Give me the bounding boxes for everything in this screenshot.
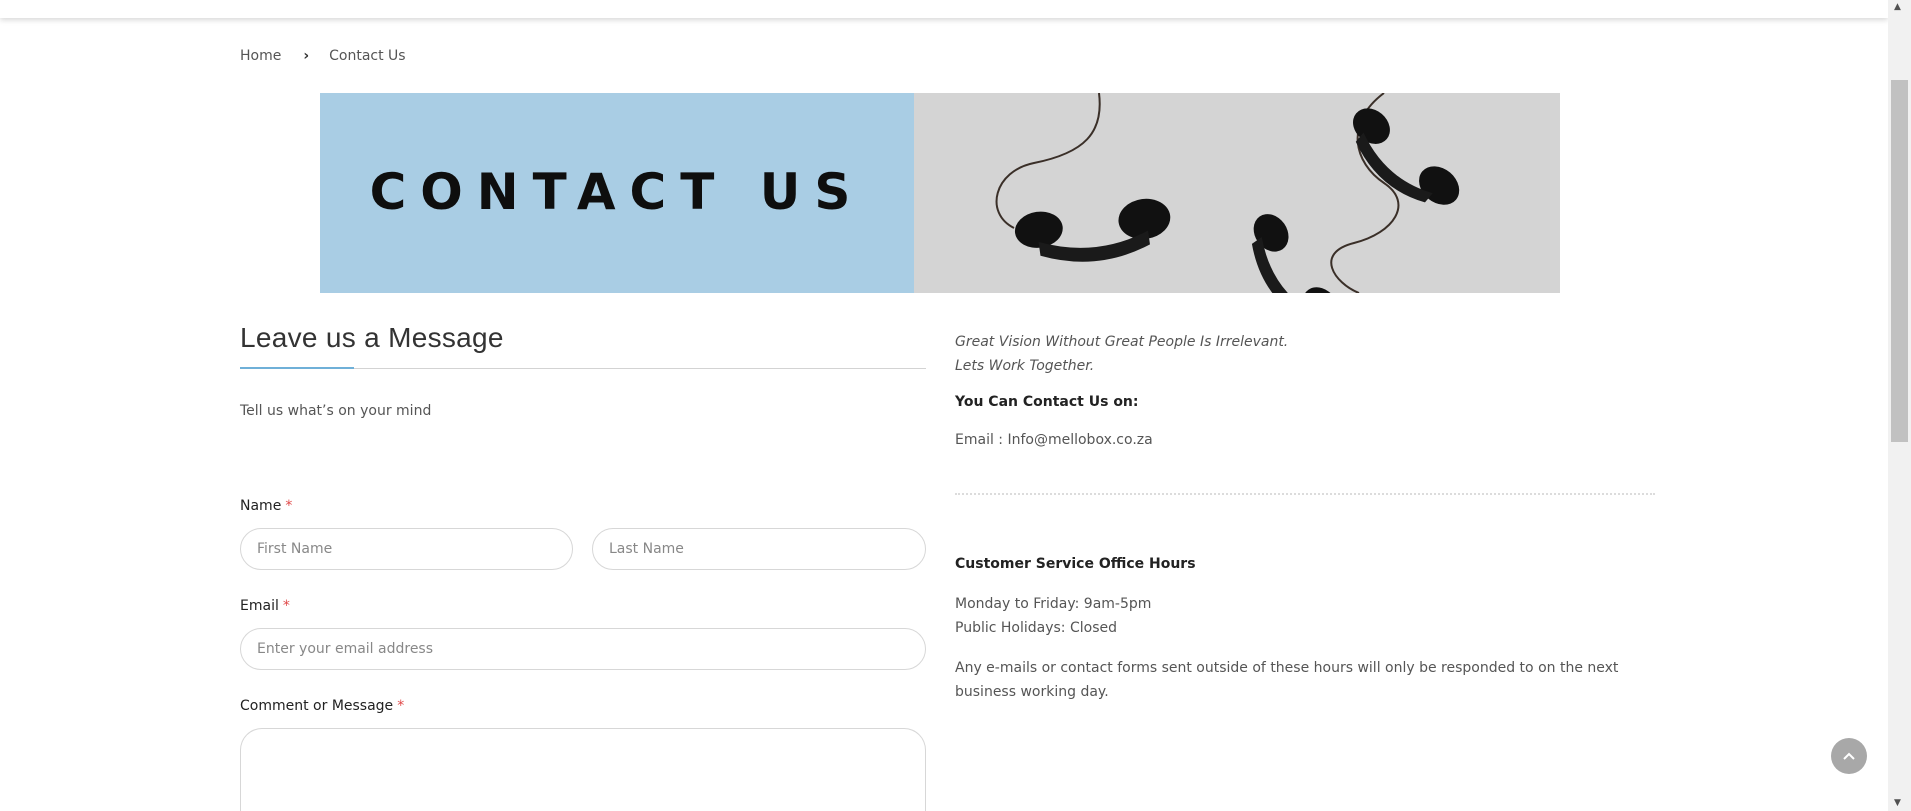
handsets-illustration	[995, 93, 1460, 293]
office-hours-section: Customer Service Office Hours Monday to …	[955, 556, 1655, 704]
message-label: Comment or Message *	[240, 698, 404, 714]
last-name-input[interactable]: Last Name	[592, 528, 926, 570]
email-label: Email *	[240, 598, 290, 614]
scroll-down-arrow-icon[interactable]: ▼	[1894, 798, 1901, 808]
hours-heading: Customer Service Office Hours	[955, 556, 1196, 572]
scrollbar-thumb[interactable]	[1891, 80, 1908, 442]
contact-banner: CONTACT US	[320, 93, 1560, 293]
required-mark: *	[282, 598, 290, 614]
chevron-right-icon: ›	[303, 48, 310, 64]
banner-title: CONTACT US	[369, 163, 865, 221]
form-intro: Tell us what’s on your mind	[240, 403, 432, 419]
breadcrumb-current: Contact Us	[329, 48, 406, 64]
breadcrumb-home-link[interactable]: Home	[240, 48, 281, 64]
hours-weekdays: Monday to Friday: 9am-5pm	[955, 596, 1152, 612]
email-placeholder: Enter your email address	[257, 641, 434, 657]
scroll-up-arrow-icon[interactable]: ▲	[1894, 2, 1901, 12]
hours-holidays: Public Holidays: Closed	[955, 620, 1117, 636]
contact-info-section: Great Vision Without Great People Is Irr…	[955, 330, 1655, 448]
title-divider	[240, 367, 926, 369]
back-to-top-button[interactable]	[1831, 738, 1867, 774]
hours-note: Any e-mails or contact forms sent outsid…	[955, 660, 1619, 700]
dotted-divider	[955, 493, 1655, 495]
required-mark: *	[285, 498, 293, 514]
name-label-text: Name	[240, 498, 282, 514]
form-title: Leave us a Message	[240, 322, 504, 353]
message-textarea[interactable]	[240, 728, 926, 811]
quote-line-1: Great Vision Without Great People Is Irr…	[955, 334, 1289, 350]
top-header-bar	[0, 0, 1888, 18]
email-label-text: Email	[240, 598, 279, 614]
quote-line-2: Lets Work Together.	[955, 358, 1095, 374]
message-form-section: Leave us a Message Tell us what’s on you…	[240, 322, 926, 419]
first-name-input[interactable]: First Name	[240, 528, 573, 570]
telephone-handsets-image	[914, 93, 1560, 293]
title-divider-accent	[240, 367, 354, 369]
last-name-placeholder: Last Name	[609, 541, 684, 557]
banner-text-panel: CONTACT US	[320, 93, 914, 293]
breadcrumb: Home › Contact Us	[240, 48, 406, 64]
name-label: Name *	[240, 498, 292, 514]
message-label-text: Comment or Message	[240, 698, 394, 714]
first-name-placeholder: First Name	[257, 541, 333, 557]
chevron-up-icon	[1843, 752, 1855, 760]
contact-email: Email : Info@mellobox.co.za	[955, 432, 1153, 448]
contact-heading: You Can Contact Us on:	[955, 394, 1139, 410]
required-mark: *	[397, 698, 405, 714]
email-input[interactable]: Enter your email address	[240, 628, 926, 670]
